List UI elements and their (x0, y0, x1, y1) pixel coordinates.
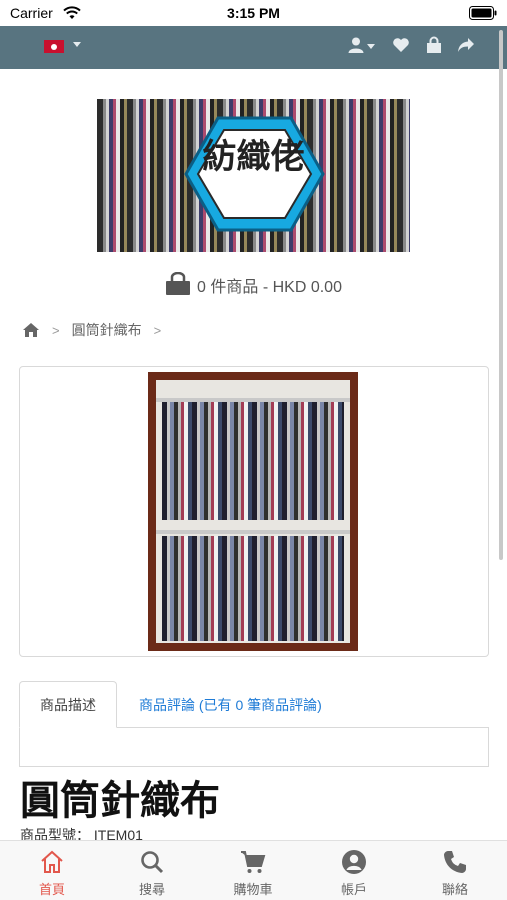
product-tabs: 商品描述 商品評論 (已有 0 筆商品評論) (19, 681, 489, 728)
product-title: 圓筒針織布 (20, 778, 220, 824)
nav-contact-label: 聯絡 (441, 882, 468, 897)
bag-icon[interactable] (425, 36, 443, 54)
nav-search[interactable]: 搜尋 (112, 849, 192, 898)
cart-icon (241, 851, 266, 873)
user-dropdown-caret-icon[interactable] (367, 44, 375, 49)
nav-account-label: 帳戶 (340, 882, 367, 897)
breadcrumb: > 圓筒針織布 > (22, 320, 173, 340)
cart-summary-text: 0 件商品 - HKD 0.00 (197, 279, 342, 296)
battery-icon (469, 6, 497, 20)
breadcrumb-separator: > (153, 322, 162, 338)
nav-contact[interactable]: 聯絡 (415, 849, 495, 898)
product-image[interactable] (148, 372, 358, 651)
nav-cart[interactable]: 購物車 (213, 849, 293, 898)
account-icon (342, 850, 366, 874)
home-icon[interactable] (22, 322, 40, 338)
hong-kong-flag-icon[interactable] (44, 40, 64, 53)
breadcrumb-current[interactable]: 圓筒針織布 (72, 320, 142, 340)
breadcrumb-separator: > (52, 322, 60, 338)
tab-reviews[interactable]: 商品評論 (已有 0 筆商品評論) (127, 681, 347, 728)
clock: 3:15 PM (227, 5, 280, 21)
shopping-bag-icon (166, 272, 191, 295)
bottom-nav: 首頁 搜尋 購物車 帳戶 聯絡 (0, 840, 507, 900)
logo-text: 紡織佬 (97, 137, 410, 178)
search-icon (141, 851, 164, 874)
share-icon[interactable] (457, 36, 475, 54)
status-bar: Carrier 3:15 PM (0, 0, 507, 26)
phone-icon (444, 851, 466, 873)
nav-cart-label: 購物車 (233, 882, 273, 897)
language-dropdown-caret-icon[interactable] (73, 42, 81, 47)
nav-home-label: 首頁 (38, 882, 65, 897)
home-icon (41, 850, 63, 873)
nav-home[interactable]: 首頁 (12, 849, 92, 898)
nav-search-label: 搜尋 (138, 882, 165, 897)
cart-summary[interactable]: 0 件商品 - HKD 0.00 (0, 272, 507, 297)
heart-icon[interactable] (392, 36, 410, 54)
logo-text-label: 紡織佬 (202, 137, 305, 177)
nav-account[interactable]: 帳戶 (314, 849, 394, 898)
tab-content-panel (19, 727, 489, 767)
user-icon[interactable] (347, 36, 365, 54)
tab-description[interactable]: 商品描述 (19, 681, 117, 728)
